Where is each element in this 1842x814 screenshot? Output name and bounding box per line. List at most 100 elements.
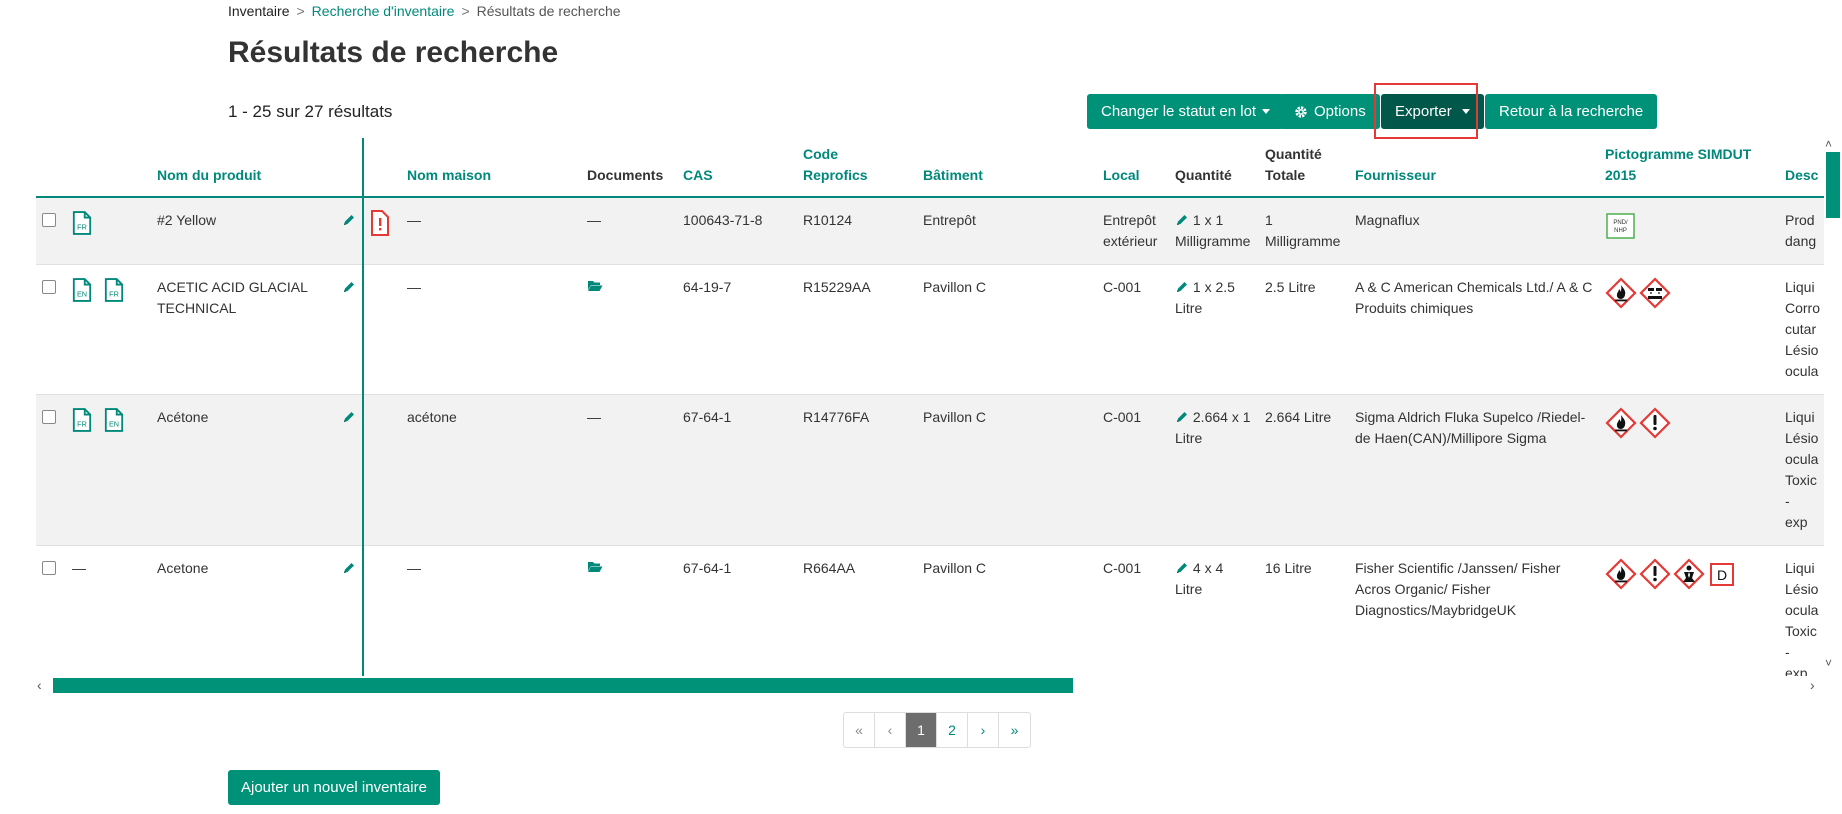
cas-cell: 67-64-1 xyxy=(677,545,797,676)
header-house[interactable]: Nom maison xyxy=(401,138,581,198)
header-flag xyxy=(363,138,401,198)
flag-cell xyxy=(363,264,401,395)
quantity-edit[interactable] xyxy=(1175,279,1189,295)
house-name-cell: — xyxy=(401,264,581,395)
pencil-edit-icon[interactable] xyxy=(342,213,356,227)
pencil-edit-icon[interactable] xyxy=(342,280,356,294)
description-cell: Prod dang xyxy=(1779,197,1824,265)
page-1[interactable]: 1 xyxy=(906,713,937,747)
add-inventory-button[interactable]: Ajouter un nouvel inventaire xyxy=(228,770,440,805)
quantity-edit[interactable] xyxy=(1175,560,1189,576)
documents-cell: — xyxy=(581,394,677,546)
row-checkbox[interactable] xyxy=(42,561,56,575)
inventory-table-wrapper: Nom du produit Nom maison Documents CAS … xyxy=(36,138,1824,676)
scroll-up-arrow-icon[interactable]: ˄ xyxy=(1825,137,1832,151)
house-name-cell: — xyxy=(401,545,581,676)
row-checkbox[interactable] xyxy=(42,213,56,227)
pencil-edit-icon[interactable] xyxy=(342,410,356,424)
pictogram-cell: D xyxy=(1599,545,1779,676)
breadcrumb: Inventaire > Recherche d'inventaire > Résult… xyxy=(228,3,621,19)
header-cas[interactable]: CAS xyxy=(677,138,797,198)
quantity-edit[interactable] xyxy=(1175,212,1189,228)
svg-text:D: D xyxy=(1717,567,1727,583)
flag-cell xyxy=(363,394,401,546)
health-pictogram-icon xyxy=(1673,558,1705,590)
document-fr-icon[interactable]: FR xyxy=(72,210,92,236)
scroll-down-arrow-icon[interactable]: ˅ xyxy=(1825,656,1832,670)
house-name-cell: acétone xyxy=(401,394,581,546)
scroll-left-arrow-icon[interactable]: ‹ xyxy=(37,677,42,693)
header-description[interactable]: Desc xyxy=(1779,138,1824,198)
row-select-cell xyxy=(36,264,66,395)
pnd-nhp-pictogram-icon: PND/NHP xyxy=(1606,213,1635,239)
pencil-edit-icon[interactable] xyxy=(342,561,356,575)
product-name[interactable]: Acetone xyxy=(157,558,327,579)
page-next[interactable]: › xyxy=(968,713,999,747)
document-fr-icon[interactable]: FR xyxy=(104,277,124,303)
product-edit[interactable] xyxy=(342,558,356,579)
hazard-file-icon[interactable] xyxy=(370,210,390,236)
options-button[interactable]: Options xyxy=(1280,94,1380,129)
supplier-cell: Sigma Aldrich Fluka Supelco /Riedel-de H… xyxy=(1349,394,1599,546)
header-reprofics[interactable]: Code Reprofics xyxy=(797,138,917,198)
vertical-scrollbar-thumb[interactable] xyxy=(1826,152,1840,218)
header-picto-line2: 2015 xyxy=(1605,167,1637,183)
pagination: « ‹ 1 2 › » xyxy=(843,712,1031,748)
quantity-edit[interactable] xyxy=(1175,409,1189,425)
docs-empty: — xyxy=(72,560,86,576)
documents-cell xyxy=(581,545,677,676)
product-name-cell: Acetone xyxy=(151,545,364,676)
header-pictogram[interactable]: Pictogramme SIMDUT 2015 xyxy=(1599,138,1779,198)
product-name[interactable]: #2 Yellow xyxy=(157,210,327,231)
back-to-search-button[interactable]: Retour à la recherche xyxy=(1485,94,1658,129)
row-checkbox[interactable] xyxy=(42,280,56,294)
pencil-edit-icon[interactable] xyxy=(1175,213,1189,227)
pencil-edit-icon[interactable] xyxy=(1175,280,1189,294)
product-edit[interactable] xyxy=(342,210,356,231)
batch-status-button[interactable]: Changer le statut en lot xyxy=(1087,94,1285,129)
total-quantity-cell: 16 Litre xyxy=(1259,545,1349,676)
header-product[interactable]: Nom du produit xyxy=(151,138,364,198)
breadcrumb-inventaire[interactable]: Inventaire xyxy=(228,3,289,19)
documents-cell xyxy=(581,264,677,395)
house-name-cell: — xyxy=(401,197,581,265)
pencil-edit-icon[interactable] xyxy=(1175,410,1189,424)
reprofics-cell: R14776FA xyxy=(797,394,917,546)
header-local[interactable]: Local xyxy=(1097,138,1169,198)
folder-open-icon[interactable] xyxy=(587,279,603,292)
supplier-cell: A & C American Chemicals Ltd./ A & C Pro… xyxy=(1349,264,1599,395)
row-docs-cell: EN FR xyxy=(66,264,151,395)
product-name[interactable]: ACETIC ACID GLACIAL TECHNICAL xyxy=(157,277,327,319)
folder-open-icon[interactable] xyxy=(587,560,603,573)
page-first[interactable]: « xyxy=(844,713,875,747)
page-last[interactable]: » xyxy=(999,713,1030,747)
document-en-icon[interactable]: EN xyxy=(104,407,124,433)
pencil-edit-icon[interactable] xyxy=(1175,561,1189,575)
table-row: — Acetone — 67-64-1 R664AA Pavillon C C-001 4 … xyxy=(36,545,1824,676)
document-fr-icon[interactable]: FR xyxy=(72,407,92,433)
header-documents: Documents xyxy=(581,138,677,198)
row-select-cell xyxy=(36,197,66,265)
page-2[interactable]: 2 xyxy=(937,713,968,747)
building-cell: Pavillon C xyxy=(917,545,1097,676)
row-checkbox[interactable] xyxy=(42,410,56,424)
document-en-icon[interactable]: EN xyxy=(72,277,92,303)
product-name-cell: ACETIC ACID GLACIAL TECHNICAL xyxy=(151,264,364,395)
scroll-right-arrow-icon[interactable]: › xyxy=(1810,677,1815,693)
product-name[interactable]: Acétone xyxy=(157,407,327,428)
header-building[interactable]: Bâtiment xyxy=(917,138,1097,198)
total-quantity-cell: 1 Milligramme xyxy=(1259,197,1349,265)
flag-cell xyxy=(363,545,401,676)
header-supplier[interactable]: Fournisseur xyxy=(1349,138,1599,198)
svg-text:NHP: NHP xyxy=(1614,228,1627,234)
product-edit[interactable] xyxy=(342,407,356,428)
breadcrumb-recherche[interactable]: Recherche d'inventaire xyxy=(312,3,455,19)
pictogram-cell: PND/NHP xyxy=(1599,197,1779,265)
svg-text:PND/: PND/ xyxy=(1613,220,1628,226)
description-cell: Liqui Corro cutar Lésio ocula xyxy=(1779,264,1824,395)
page-prev[interactable]: ‹ xyxy=(875,713,906,747)
local-cell: C-001 xyxy=(1097,264,1169,395)
product-edit[interactable] xyxy=(342,277,356,298)
horizontal-scrollbar-thumb[interactable] xyxy=(53,678,1073,693)
breadcrumb-current: Résultats de recherche xyxy=(476,3,621,19)
